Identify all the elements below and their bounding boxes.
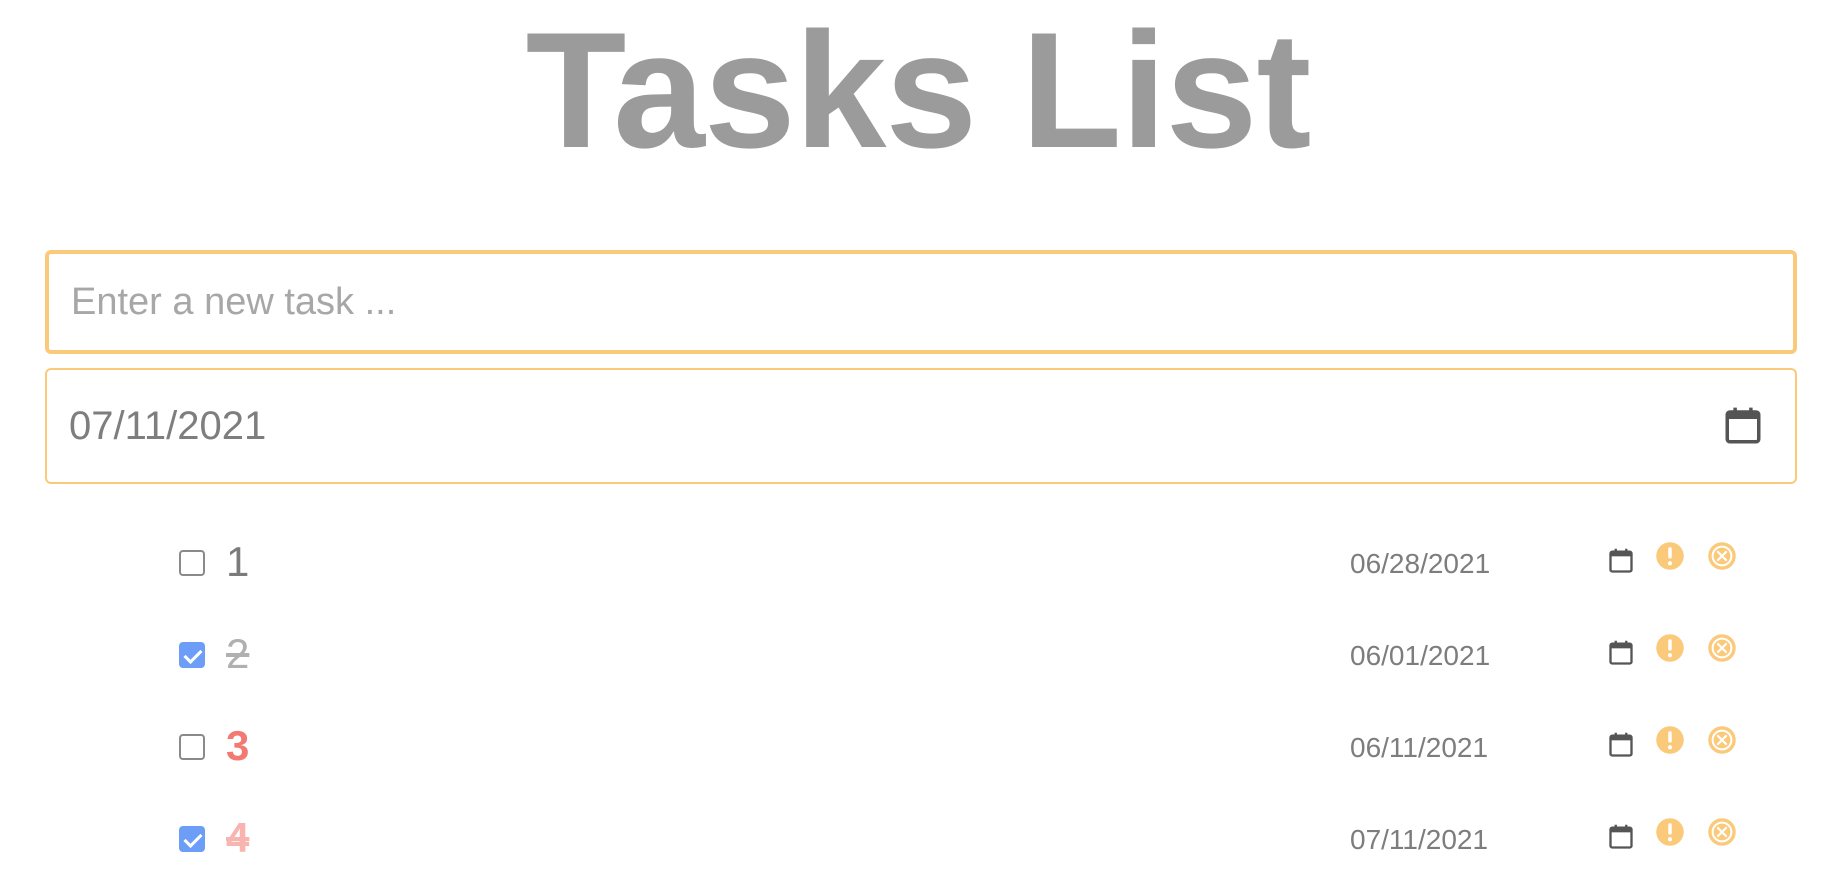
due-date-picker[interactable]: 07/11/2021 [45, 368, 1797, 484]
task-label: 3 [226, 722, 250, 769]
exclamation-icon[interactable] [1655, 633, 1685, 663]
task-due-date: 06/28/2021 [1350, 548, 1491, 579]
task-checkbox[interactable] [179, 734, 205, 760]
page-title: Tasks List [525, 0, 1312, 182]
task-checkbox[interactable] [179, 550, 205, 576]
new-task-input[interactable] [45, 250, 1797, 354]
close-icon[interactable] [1707, 633, 1737, 663]
task-checkbox[interactable] [179, 642, 205, 668]
calendar-icon[interactable] [1607, 638, 1635, 668]
exclamation-icon[interactable] [1655, 541, 1685, 571]
task-checkbox[interactable] [179, 826, 205, 852]
tasks-page: Tasks List 07/11/2021 1 06/28/2021 2 06/01/… [0, 0, 1836, 890]
task-due-date: 06/01/2021 [1350, 640, 1491, 671]
calendar-icon[interactable] [1607, 730, 1635, 760]
due-date-value[interactable]: 07/11/2021 [69, 404, 1722, 449]
task-row: 2 06/01/2021 [0, 612, 1836, 692]
close-icon[interactable] [1707, 541, 1737, 571]
close-icon[interactable] [1707, 817, 1737, 847]
calendar-icon[interactable] [1722, 404, 1764, 448]
task-row: 4 07/11/2021 [0, 796, 1836, 876]
task-label: 2 [226, 630, 250, 677]
task-label: 1 [226, 538, 250, 585]
task-label: 4 [226, 814, 250, 861]
task-due-date: 06/11/2021 [1350, 732, 1489, 763]
exclamation-icon[interactable] [1655, 725, 1685, 755]
calendar-icon[interactable] [1607, 546, 1635, 576]
calendar-icon[interactable] [1607, 822, 1635, 852]
exclamation-icon[interactable] [1655, 817, 1685, 847]
close-icon[interactable] [1707, 725, 1737, 755]
task-due-date: 07/11/2021 [1350, 824, 1489, 855]
task-row: 1 06/28/2021 [0, 520, 1836, 600]
task-row: 3 06/11/2021 [0, 704, 1836, 784]
